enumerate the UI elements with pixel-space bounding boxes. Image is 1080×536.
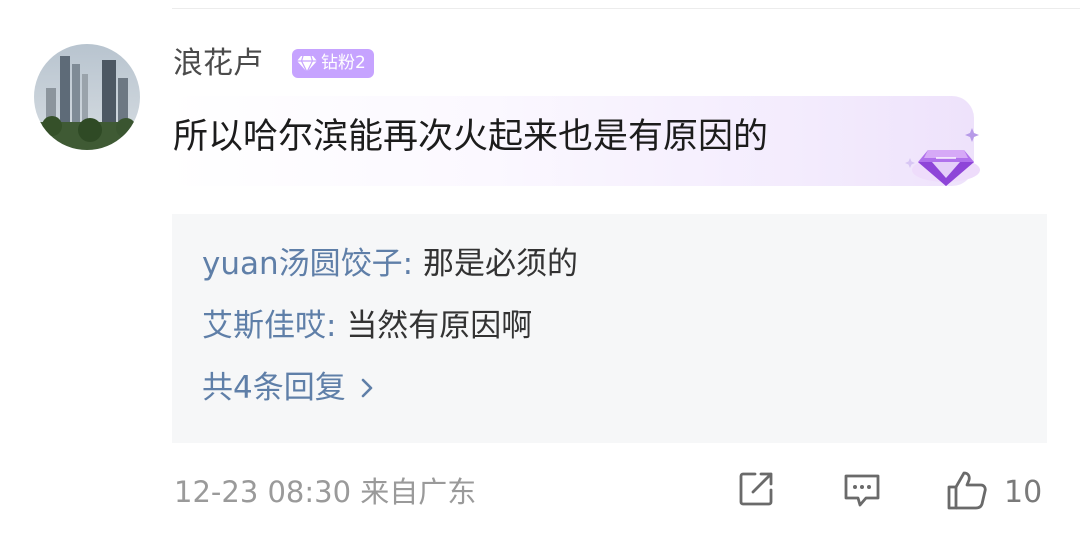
view-more-replies-link[interactable]: 共4条回复 [202, 366, 374, 410]
share-icon [735, 468, 777, 514]
comment-text[interactable]: 所以哈尔滨能再次火起来也是有原因的 [173, 113, 768, 161]
reply-item[interactable]: 艾斯佳哎: 当然有原因啊 [202, 304, 532, 348]
diamond-icon [296, 54, 318, 74]
chevron-right-icon [360, 376, 374, 400]
reply-author[interactable]: 艾斯佳哎 [202, 308, 326, 344]
reply-text: 那是必须的 [422, 246, 578, 282]
like-button[interactable]: 10 [944, 468, 1042, 518]
reply-item[interactable]: yuan汤圆饺子: 那是必须的 [202, 242, 578, 286]
badge-label: 钻粉2 [321, 53, 366, 73]
avatar-image [34, 44, 140, 150]
comment-meta: 12-23 08:30 来自广东 [174, 475, 477, 509]
more-replies-label: 共4条回复 [202, 370, 346, 406]
reply-separator: : [402, 246, 423, 282]
comment-icon [840, 468, 884, 516]
share-button[interactable] [735, 468, 777, 514]
reply-panel: yuan汤圆饺子: 那是必须的 艾斯佳哎: 当然有原因啊 共4条回复 [172, 214, 1047, 443]
top-divider [172, 8, 1080, 9]
diamond-decoration-icon [900, 120, 1000, 200]
avatar[interactable] [34, 44, 140, 150]
reply-button[interactable] [840, 468, 884, 516]
fan-badge[interactable]: 钻粉2 [292, 49, 374, 78]
like-count: 10 [1004, 475, 1043, 510]
username[interactable]: 浪花卢 [173, 44, 263, 84]
reply-text: 当然有原因啊 [346, 308, 533, 344]
reply-separator: : [326, 308, 347, 344]
reply-author[interactable]: yuan汤圆饺子 [202, 246, 403, 282]
thumbs-up-icon [944, 468, 990, 518]
